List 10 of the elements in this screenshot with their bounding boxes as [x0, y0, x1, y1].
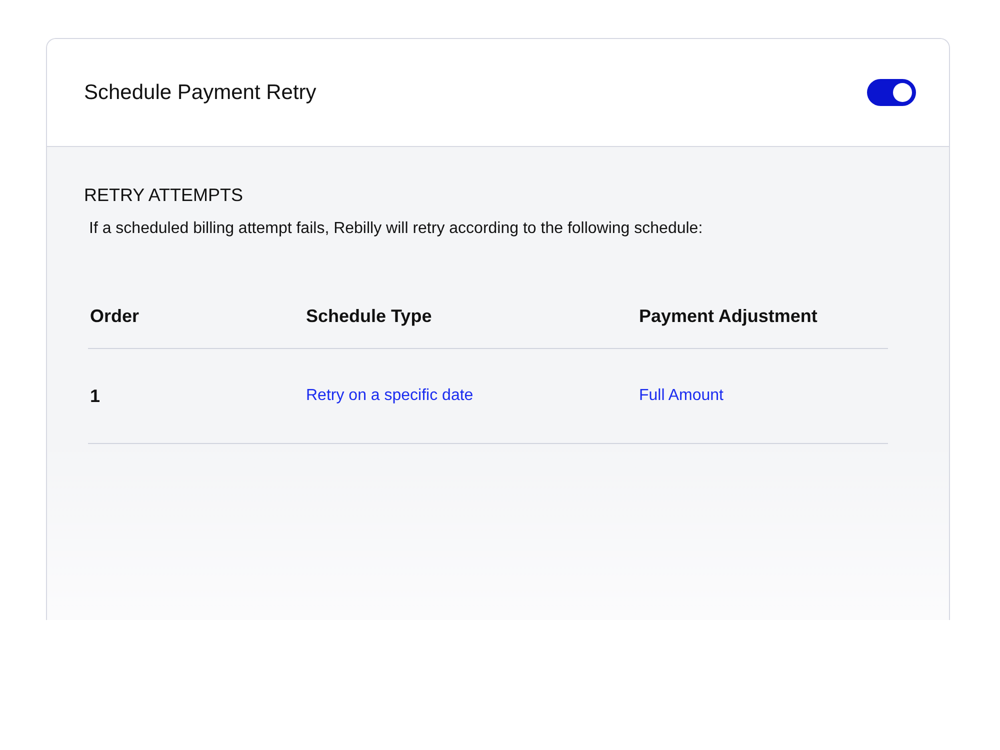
section-description: If a scheduled billing attempt fails, Rebilly will retry according to the following schedule:	[89, 220, 704, 238]
column-header: Payment Adjustment	[639, 306, 818, 326]
column-header: Order	[89, 306, 140, 326]
section-heading: RETRY ATTEMPTS	[84, 185, 244, 206]
schedule-type-link[interactable]: Retry on a specific date	[306, 387, 474, 404]
order-cell-text: 1	[89, 386, 102, 406]
payment-adjustment-link[interactable]: Full Amount	[639, 387, 724, 404]
toggle-switch[interactable]	[867, 79, 916, 106]
column-header: Schedule Type	[306, 306, 433, 326]
card-title: Schedule Payment Retry	[84, 80, 316, 104]
